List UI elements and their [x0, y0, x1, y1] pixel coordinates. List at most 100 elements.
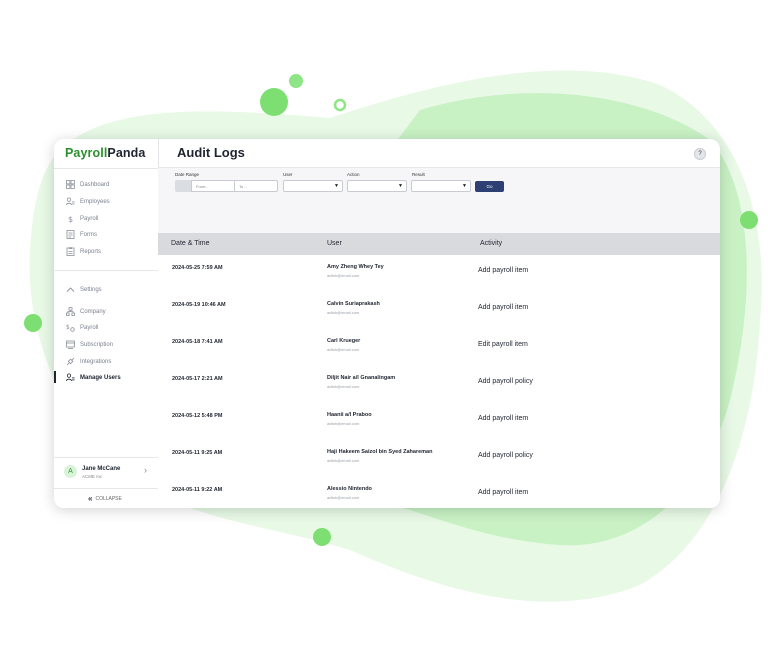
row-user-email: adfah@email.com: [327, 495, 360, 500]
sidebar-item-employees[interactable]: Employees: [66, 197, 110, 206]
sidebar-item-forms[interactable]: Forms: [66, 230, 97, 239]
table-row[interactable]: 2024-05-11 9:25 AM Haji Hakeem Saizol bi…: [158, 440, 720, 478]
app-window: PayrollPanda Dashboard Employees $ Payro…: [54, 139, 720, 508]
row-user-name: Amy Zheng Whey Tey: [327, 264, 384, 270]
filter-bar: [158, 168, 720, 233]
date-range-calendar-swatch[interactable]: [175, 180, 191, 192]
sidebar-item-payroll-settings[interactable]: $ Payroll: [66, 323, 98, 332]
payroll-dollar-icon: $: [66, 214, 75, 224]
payroll-settings-icon: $: [66, 323, 75, 332]
column-header-date[interactable]: Date & Time: [171, 240, 210, 247]
row-activity: Add payroll item: [478, 415, 529, 422]
sidebar-item-label: Payroll: [80, 324, 99, 331]
sidebar-item-label: Reports: [80, 248, 102, 255]
row-user-name: Haanii a/l Praboo: [327, 412, 372, 418]
row-datetime: 2024-05-17 2:21 AM: [172, 376, 223, 382]
sidebar-item-manage-users[interactable]: Manage Users: [66, 373, 121, 382]
row-user-email: adfah@email.com: [327, 347, 360, 352]
decor-dot-left: [24, 314, 42, 332]
row-user-email: adfah@email.com: [327, 310, 360, 315]
row-user-name: Calvin Suriaprakash: [327, 301, 380, 307]
table-header: Date & Time User Activity: [158, 233, 720, 255]
svg-text:$: $: [66, 324, 70, 331]
settings-section-label: Settings: [80, 286, 102, 293]
action-filter-select[interactable]: ▼: [347, 180, 407, 192]
sidebar-divider: [54, 488, 158, 489]
row-datetime: 2024-05-11 9:25 AM: [172, 450, 223, 456]
go-button[interactable]: Go: [475, 181, 504, 192]
sidebar-item-subscription[interactable]: Subscription: [66, 340, 113, 349]
table-row[interactable]: 2024-05-19 10:46 AM Calvin Suriaprakash …: [158, 292, 720, 330]
sidebar-item-label: Integrations: [80, 358, 112, 365]
date-to-placeholder: To ..: [239, 184, 247, 189]
integrations-icon: [66, 357, 75, 366]
row-user-name: Diljit Nair a/l Gnanalingam: [327, 375, 396, 381]
row-datetime: 2024-05-12 5:48 PM: [172, 413, 223, 419]
decor-ring: [333, 98, 347, 112]
table-row[interactable]: 2024-05-17 2:21 AM Diljit Nair a/l Gnana…: [158, 366, 720, 404]
brand-logo[interactable]: PayrollPanda: [65, 146, 145, 160]
sidebar-item-label: Dashboard: [80, 181, 110, 188]
decor-dot-bottom: [313, 528, 331, 546]
date-from-input[interactable]: From..: [191, 180, 235, 192]
company-icon: [66, 307, 75, 316]
decor-dot-right: [740, 211, 758, 229]
decor-dot-small: [289, 74, 303, 88]
sidebar-item-company[interactable]: Company: [66, 307, 106, 316]
table-row[interactable]: 2024-05-25 7:59 AM Amy Zheng Whey Tey ad…: [158, 255, 720, 293]
row-user-name: Haji Hakeem Saizol bin Syed Zahareman: [327, 449, 433, 455]
sidebar-item-label: Manage Users: [80, 374, 121, 381]
decor-dot-large: [260, 88, 288, 116]
row-activity: Add payroll policy: [478, 378, 533, 385]
user-filter-label: User: [283, 172, 293, 177]
row-datetime: 2024-05-18 7:41 AM: [172, 339, 223, 345]
collapse-button[interactable]: « COLLAPSE: [88, 494, 122, 503]
row-activity: Add payroll item: [478, 267, 529, 274]
user-name: Jane McCane: [82, 466, 121, 472]
row-datetime: 2024-05-25 7:59 AM: [172, 265, 223, 271]
sidebar-divider: [54, 270, 158, 271]
help-icon[interactable]: ?: [694, 148, 706, 160]
table-row[interactable]: 2024-05-11 9:22 AM Alessio Nintendo adfa…: [158, 477, 720, 508]
dashboard-icon: [66, 180, 75, 189]
active-item-indicator: [54, 371, 56, 383]
row-user-email: adfah@email.com: [327, 384, 360, 389]
sidebar-item-integrations[interactable]: Integrations: [66, 357, 111, 366]
caret-down-icon: ▼: [462, 183, 467, 189]
sidebar-item-label: Payroll: [80, 215, 99, 222]
result-filter-select[interactable]: ▼: [411, 180, 471, 192]
table-row[interactable]: 2024-05-18 7:41 AM Carl Krueger adfah@em…: [158, 329, 720, 367]
sidebar-item-dashboard[interactable]: Dashboard: [66, 180, 109, 189]
column-header-activity[interactable]: Activity: [480, 240, 502, 247]
sidebar-item-label: Employees: [80, 198, 110, 205]
sidebar-divider: [54, 168, 158, 169]
sidebar-section-settings[interactable]: Settings: [66, 285, 102, 294]
double-chevron-left-icon: «: [88, 494, 93, 503]
row-user-email: adfah@email.com: [327, 273, 360, 278]
table-row[interactable]: 2024-05-12 5:48 PM Haanii a/l Praboo adf…: [158, 403, 720, 441]
brand-logo-part2: Panda: [107, 146, 146, 160]
avatar: A: [64, 465, 77, 478]
sidebar-item-reports[interactable]: Reports: [66, 247, 101, 256]
row-user-email: adfah@email.com: [327, 421, 360, 426]
chevron-right-icon[interactable]: ›: [144, 465, 147, 475]
forms-icon: [66, 230, 75, 239]
collapse-label: COLLAPSE: [95, 495, 122, 502]
row-datetime: 2024-05-19 10:46 AM: [172, 302, 226, 308]
user-company: ACME Inc: [82, 474, 103, 479]
reports-icon: [66, 247, 75, 256]
date-to-input[interactable]: To ..: [234, 180, 278, 192]
action-filter-label: Action: [347, 172, 360, 177]
row-activity: Edit payroll item: [478, 341, 528, 348]
row-user-name: Alessio Nintendo: [327, 486, 372, 492]
date-from-placeholder: From..: [196, 184, 208, 189]
column-header-user[interactable]: User: [327, 240, 342, 247]
result-filter-label: Result: [412, 172, 425, 177]
sidebar: PayrollPanda Dashboard Employees $ Payro…: [54, 139, 159, 508]
page-title: Audit Logs: [177, 145, 245, 160]
manage-users-icon: [66, 373, 75, 382]
row-activity: Add payroll item: [478, 489, 529, 496]
sidebar-item-payroll[interactable]: $ Payroll: [66, 214, 99, 224]
row-user-email: adfah@email.com: [327, 458, 360, 463]
user-filter-select[interactable]: ▼: [283, 180, 343, 192]
